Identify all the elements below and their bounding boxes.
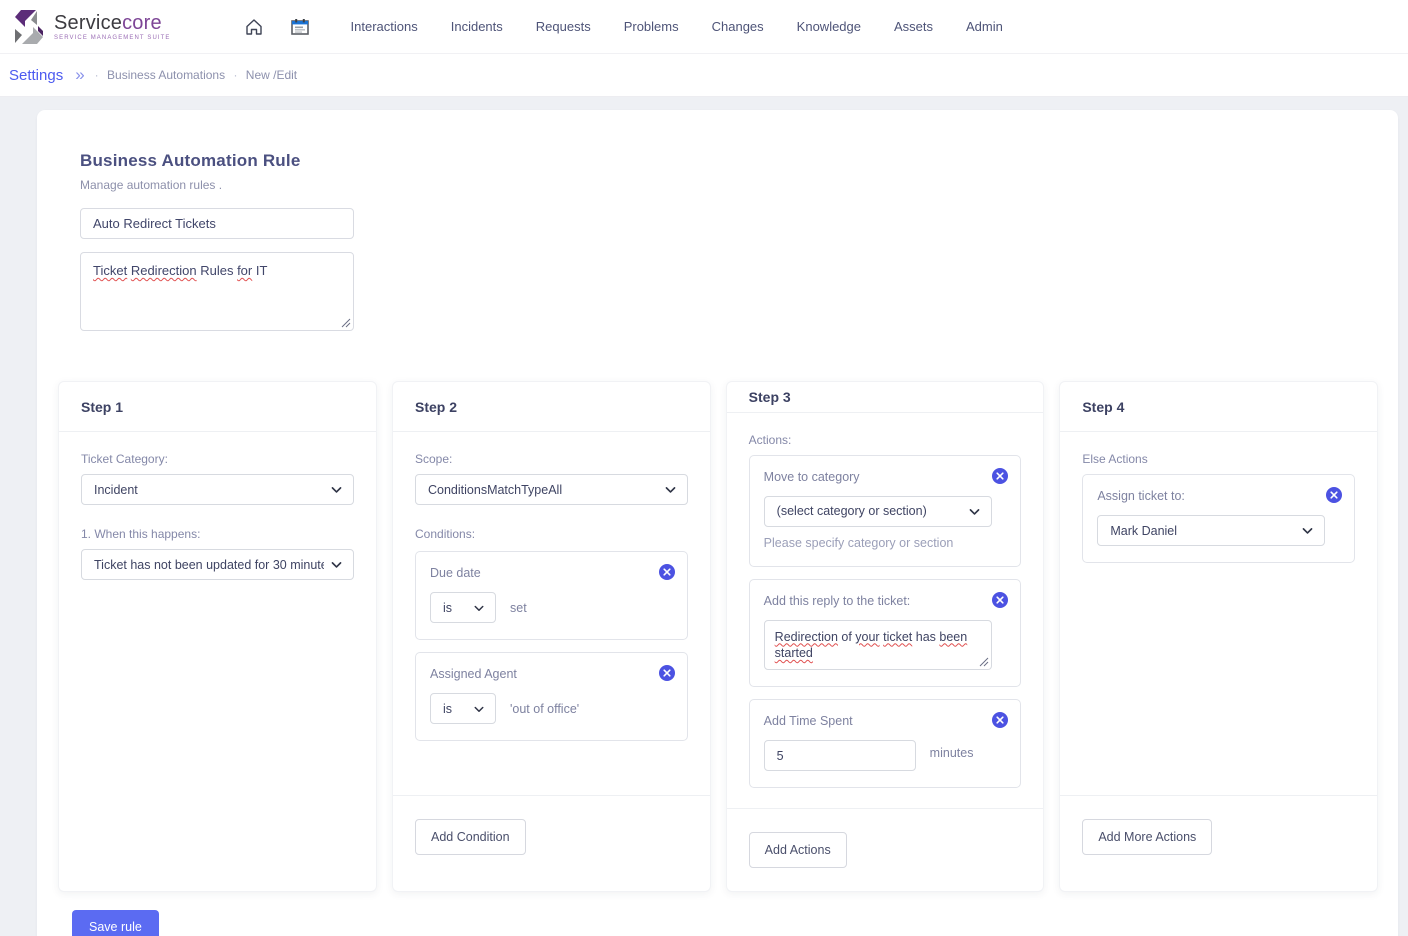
chevron-down-icon	[473, 602, 485, 614]
chevron-down-icon	[968, 505, 981, 518]
steps-row: Step 1 Ticket Category: Incident 1. When…	[58, 381, 1378, 892]
category-select[interactable]: (select category or section)	[764, 496, 992, 527]
save-rule-button[interactable]: Save rule	[72, 910, 159, 936]
remove-action-icon[interactable]	[992, 468, 1008, 484]
chevron-down-icon	[1301, 524, 1314, 537]
assignee-select[interactable]: Mark Daniel	[1097, 515, 1325, 546]
reply-textarea[interactable]: Redirection of your ticket has been star…	[764, 620, 992, 671]
breadcrumb-business-automations[interactable]: Business Automations	[107, 68, 225, 82]
ticket-category-select[interactable]: Incident	[81, 474, 354, 505]
main-panel: Business Automation Rule Manage automati…	[37, 110, 1398, 936]
add-more-actions-button[interactable]: Add More Actions	[1082, 819, 1212, 855]
top-navbar: Servicecore SERVICE MANAGEMENT SUITE Int…	[0, 0, 1408, 54]
remove-condition-icon[interactable]	[659, 564, 675, 580]
condition-field-name: Assigned Agent	[430, 667, 673, 681]
resize-grip-icon[interactable]	[341, 318, 351, 328]
chevron-down-icon	[664, 483, 677, 496]
nav-problems[interactable]: Problems	[624, 19, 679, 34]
step3-title: Step 3	[727, 382, 1044, 413]
condition-field-name: Due date	[430, 566, 673, 580]
page-title: Business Automation Rule	[80, 151, 1378, 171]
remove-action-icon[interactable]	[992, 592, 1008, 608]
chevron-down-icon	[330, 483, 343, 496]
servicecore-logo-icon	[12, 9, 46, 45]
trigger-select[interactable]: Ticket has not been updated for 30 minut…	[81, 549, 354, 580]
nav-interactions[interactable]: Interactions	[351, 19, 418, 34]
add-actions-button[interactable]: Add Actions	[749, 832, 847, 868]
primary-nav: Interactions Incidents Requests Problems…	[351, 19, 1003, 34]
action-label: Assign ticket to:	[1097, 489, 1340, 503]
condition-value: set	[510, 601, 527, 615]
add-condition-button[interactable]: Add Condition	[415, 819, 526, 855]
step1-title: Step 1	[59, 382, 376, 432]
breadcrumb: Settings » · Business Automations · New …	[0, 54, 1408, 97]
breadcrumb-new-edit: New /Edit	[246, 68, 297, 82]
nav-assets[interactable]: Assets	[894, 19, 933, 34]
category-hint: Please specify category or section	[764, 536, 1007, 550]
action-label: Add Time Spent	[764, 714, 1007, 728]
step1-card: Step 1 Ticket Category: Incident 1. When…	[58, 381, 377, 892]
action-add-reply: Add this reply to the ticket: Redirectio…	[749, 579, 1022, 688]
conditions-label: Conditions:	[415, 527, 688, 541]
else-actions-label: Else Actions	[1082, 452, 1355, 466]
action-assign-ticket: Assign ticket to: Mark Daniel	[1082, 474, 1355, 563]
nav-requests[interactable]: Requests	[536, 19, 591, 34]
chevron-down-icon	[473, 703, 485, 715]
brand-tagline: SERVICE MANAGEMENT SUITE	[54, 35, 171, 41]
step3-card: Step 3 Actions: Move to category (select…	[726, 381, 1045, 892]
condition-value: 'out of office'	[510, 702, 579, 716]
breadcrumb-settings-link[interactable]: Settings	[9, 67, 63, 84]
double-chevron-icon: »	[75, 65, 81, 85]
remove-condition-icon[interactable]	[659, 665, 675, 681]
remove-action-icon[interactable]	[1326, 487, 1342, 503]
condition-operator-select[interactable]: is	[430, 592, 496, 623]
nav-knowledge[interactable]: Knowledge	[797, 19, 861, 34]
time-spent-input[interactable]	[764, 740, 916, 771]
calendar-icon[interactable]	[289, 16, 311, 38]
scope-label: Scope:	[415, 452, 688, 466]
time-unit-label: minutes	[930, 746, 974, 760]
brand-logo[interactable]: Servicecore SERVICE MANAGEMENT SUITE	[12, 9, 171, 45]
chevron-down-icon	[330, 558, 343, 571]
step2-title: Step 2	[393, 382, 710, 432]
scope-select[interactable]: ConditionsMatchTypeAll	[415, 474, 688, 505]
ticket-category-label: Ticket Category:	[81, 452, 354, 466]
condition-operator-select[interactable]: is	[430, 693, 496, 724]
rule-description-textarea[interactable]: Ticket Redirection Rules for IT	[80, 252, 354, 331]
rule-name-input[interactable]	[80, 208, 354, 239]
brand-name: Servicecore	[54, 13, 171, 33]
action-label: Add this reply to the ticket:	[764, 594, 1007, 608]
nav-changes[interactable]: Changes	[712, 19, 764, 34]
condition-due-date: Due date is set	[415, 551, 688, 640]
resize-grip-icon[interactable]	[979, 657, 989, 667]
nav-admin[interactable]: Admin	[966, 19, 1003, 34]
actions-label: Actions:	[749, 433, 1022, 447]
action-move-to-category: Move to category (select category or sec…	[749, 455, 1022, 567]
action-label: Move to category	[764, 470, 1007, 484]
nav-incidents[interactable]: Incidents	[451, 19, 503, 34]
trigger-label: 1. When this happens:	[81, 527, 354, 541]
step4-card: Step 4 Else Actions Assign ticket to: Ma…	[1059, 381, 1378, 892]
home-icon[interactable]	[243, 16, 265, 38]
step4-title: Step 4	[1060, 382, 1377, 432]
step2-card: Step 2 Scope: ConditionsMatchTypeAll Con…	[392, 381, 711, 892]
page-subtitle: Manage automation rules .	[80, 178, 1378, 192]
action-add-time-spent: Add Time Spent minutes	[749, 699, 1022, 788]
condition-assigned-agent: Assigned Agent is 'out of office'	[415, 652, 688, 741]
